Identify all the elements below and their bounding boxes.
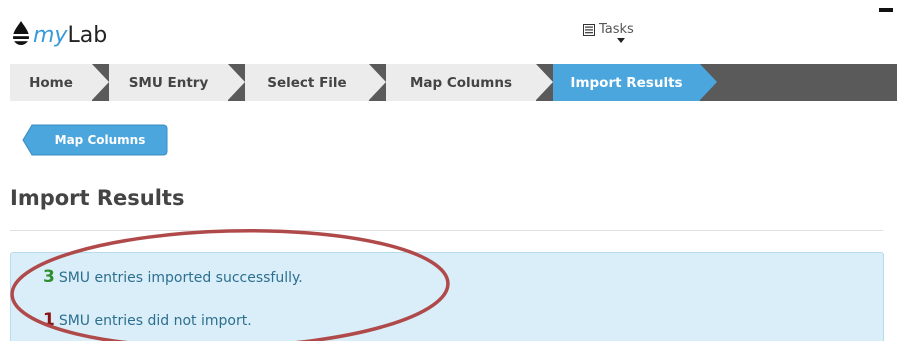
- success-message: 3 SMU entries imported successfully.: [43, 267, 303, 287]
- breadcrumb-home[interactable]: Home: [10, 64, 92, 101]
- failure-count: 1: [43, 310, 55, 330]
- breadcrumb-smu-entry[interactable]: SMU Entry: [109, 64, 228, 101]
- breadcrumb-separator: [536, 64, 553, 100]
- app-logo[interactable]: my Lab: [10, 18, 107, 48]
- breadcrumb-label: Import Results: [570, 74, 683, 91]
- logo-text-my: my: [33, 23, 68, 48]
- breadcrumb-label: SMU Entry: [128, 74, 209, 91]
- breadcrumb-separator: [92, 64, 109, 100]
- breadcrumb-import-results[interactable]: Import Results: [553, 64, 700, 101]
- breadcrumb-label: Home: [29, 74, 73, 91]
- back-button-label: Map Columns: [54, 133, 146, 147]
- divider: [10, 230, 883, 231]
- breadcrumb-separator: [228, 64, 245, 100]
- tasks-menu[interactable]: Tasks: [583, 22, 634, 43]
- import-results-panel: 3 SMU entries imported successfully. 1 S…: [10, 252, 884, 341]
- page-title: Import Results: [10, 186, 185, 210]
- app-header: my Lab Tasks: [0, 0, 897, 62]
- failure-message: 1 SMU entries did not import.: [43, 310, 252, 330]
- list-icon: [583, 24, 595, 36]
- back-to-map-columns-button[interactable]: Map Columns: [22, 124, 168, 156]
- breadcrumb-separator: [369, 64, 386, 100]
- breadcrumb-label: Map Columns: [409, 74, 513, 91]
- success-count: 3: [43, 267, 55, 287]
- success-text: SMU entries imported successfully.: [58, 270, 303, 286]
- breadcrumb-map-columns[interactable]: Map Columns: [386, 64, 536, 101]
- logo-text-lab: Lab: [67, 23, 108, 48]
- breadcrumb-separator: [700, 64, 717, 100]
- drop-icon: [11, 21, 31, 45]
- breadcrumb-label: Select File: [267, 74, 347, 91]
- corner-mark: [879, 8, 893, 12]
- failure-text: SMU entries did not import.: [58, 313, 252, 329]
- tasks-label: Tasks: [599, 22, 634, 37]
- chevron-down-icon: [617, 38, 625, 43]
- breadcrumb-select-file[interactable]: Select File: [245, 64, 369, 101]
